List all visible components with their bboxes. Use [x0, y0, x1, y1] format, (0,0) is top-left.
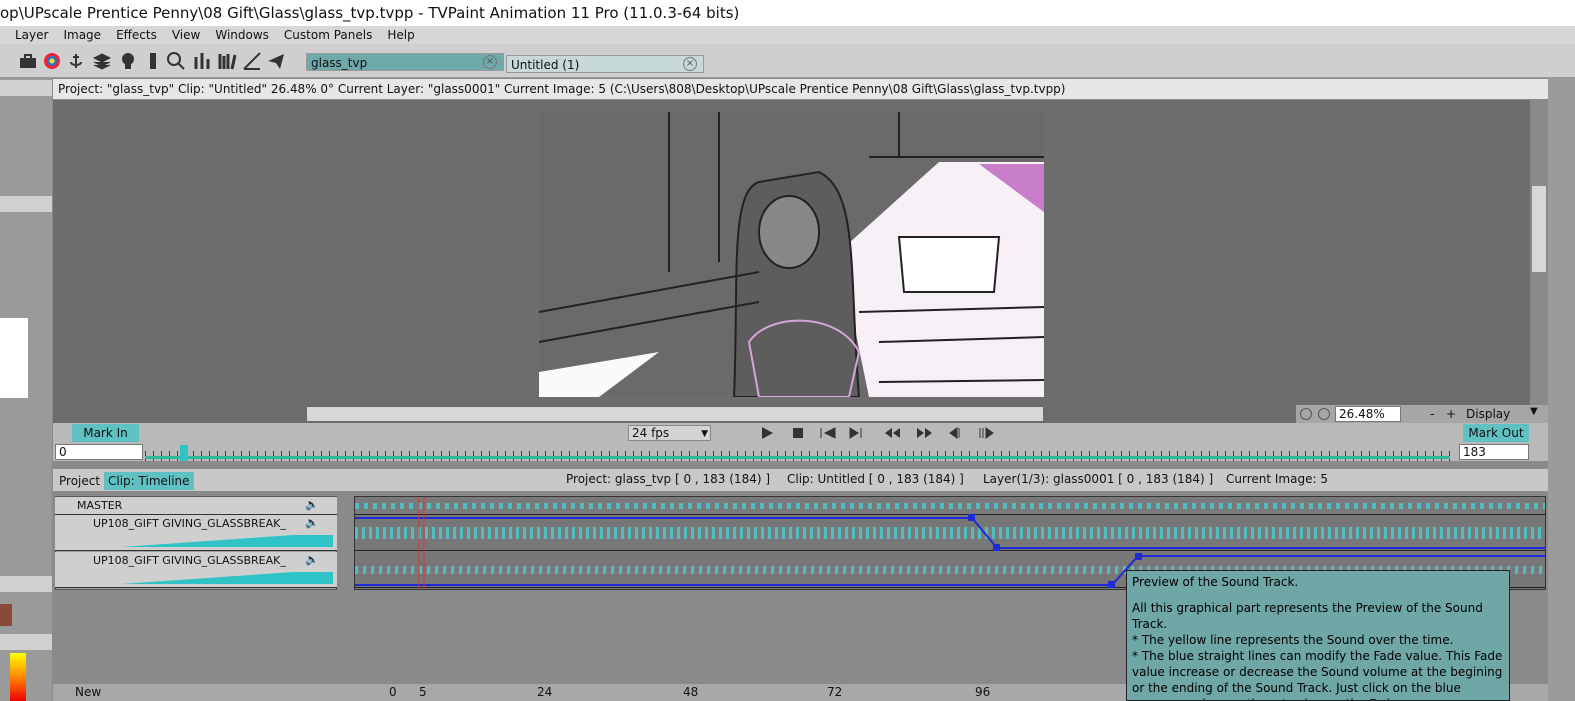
layer-range: Layer(1/3): glass0001 [ 0 , 183 (184) ] [983, 472, 1214, 486]
project-range: Project: glass_tvp [ 0 , 183 (184) ] [566, 472, 771, 486]
speaker-icon[interactable]: 🔈 [305, 497, 319, 513]
current-frame-marker[interactable] [180, 445, 188, 461]
ruler-label: 5 [419, 685, 427, 699]
close-icon[interactable]: × [683, 57, 697, 71]
mark-in-button[interactable]: Mark In [72, 424, 139, 442]
play-icon[interactable] [762, 427, 773, 439]
scrollbar-thumb[interactable] [1532, 186, 1546, 272]
menu-image[interactable]: Image [56, 26, 109, 44]
tab-untitled[interactable]: Untitled (1) × [506, 55, 704, 73]
chevron-down-icon: ▼ [701, 429, 708, 439]
forward-icon[interactable] [917, 428, 932, 438]
speaker-icon[interactable]: 🔈 [305, 515, 319, 531]
frame-ruler[interactable] [53, 443, 1548, 461]
menu-help[interactable]: Help [380, 26, 422, 44]
first-frame-icon[interactable] [820, 427, 836, 439]
library-icon[interactable] [217, 51, 237, 71]
track-master[interactable]: MASTER 🔈 [55, 497, 337, 515]
color-swatch[interactable] [0, 604, 12, 626]
panel-header [0, 80, 52, 96]
menu-custom-panels[interactable]: Custom Panels [277, 26, 380, 44]
panel-header [0, 576, 52, 592]
playback-bar [53, 423, 1548, 443]
tab-label: glass_tvp [311, 56, 368, 70]
tooltip-line: * The blue straight lines can modify the… [1132, 649, 1503, 700]
drawing-canvas[interactable] [539, 112, 1044, 397]
rewind-icon[interactable] [885, 428, 900, 438]
ruler-label: 96 [975, 685, 991, 699]
brushes-icon[interactable] [192, 51, 212, 71]
center-icon[interactable] [1318, 408, 1330, 420]
mark-prev-icon[interactable] [949, 427, 960, 439]
fade-bar[interactable] [73, 535, 333, 547]
left-tool-strip [0, 78, 52, 701]
track-name: UP108_GIFT GIVING_GLASSBREAK_ [93, 554, 286, 567]
fps-dropdown[interactable]: 24 fps ▼ [628, 425, 711, 441]
close-icon[interactable]: × [483, 55, 497, 69]
tooltip-line: * The yellow line represents the Sound o… [1132, 633, 1454, 647]
panel-header [0, 634, 52, 650]
current-image: Current Image: 5 [1226, 472, 1328, 486]
display-dropdown[interactable]: Display [1466, 405, 1510, 423]
menu-view[interactable]: View [165, 26, 208, 44]
toolbar: glass_tvp × Untitled (1) × [0, 44, 1575, 78]
zoom-minus-button[interactable]: - [1430, 405, 1434, 423]
menu-bar: Layer Image Effects View Windows Custom … [0, 26, 1575, 44]
menu-layer[interactable]: Layer [0, 26, 56, 44]
mark-out-button[interactable]: Mark Out [1463, 424, 1529, 442]
stop-icon[interactable] [793, 428, 803, 438]
ruler-icon[interactable] [242, 51, 262, 71]
scrollbar-thumb[interactable] [307, 407, 1043, 421]
track-name: UP108_GIFT GIVING_GLASSBREAK_ [93, 517, 286, 530]
panel-header [0, 196, 52, 212]
tab-project[interactable]: Project [55, 472, 104, 490]
next-frame-icon[interactable] [849, 427, 862, 439]
tab-glass-tvp[interactable]: glass_tvp × [306, 53, 504, 71]
anchor-icon[interactable] [66, 51, 86, 71]
tab-clip-timeline[interactable]: Clip: Timeline [104, 472, 194, 490]
ruler-label: 48 [683, 685, 699, 699]
ruler-label: 24 [537, 685, 553, 699]
fade-bar[interactable] [73, 572, 333, 584]
play-range [145, 456, 1450, 459]
end-frame-field[interactable]: 183 [1459, 444, 1529, 460]
track-sound-1[interactable]: UP108_GIFT GIVING_GLASSBREAK_ 🔈 [55, 515, 337, 551]
menu-windows[interactable]: Windows [208, 26, 277, 44]
ruler-label: 0 [389, 685, 397, 699]
layers-icon[interactable] [92, 51, 112, 71]
project-info-bar: Project: "glass_tvp" Clip: "Untitled" 26… [53, 79, 1550, 99]
right-strip [1548, 78, 1575, 701]
speaker-icon[interactable]: 🔈 [305, 552, 319, 568]
canvas-viewport[interactable] [53, 100, 1530, 405]
new-layer-button[interactable]: New [75, 684, 101, 700]
lightbulb-icon[interactable] [118, 51, 138, 71]
color-wheel-icon[interactable] [42, 51, 62, 71]
window-title: op\UPscale Prentice Penny\08 Gift\Glass\… [0, 0, 1575, 26]
zoom-field[interactable]: 26.48% [1335, 406, 1401, 422]
zoom-bar: - + Display ▼ [1296, 405, 1548, 423]
sound-track-tooltip: Preview of the Sound Track. All this gra… [1126, 570, 1510, 701]
tvpaint-window: op\UPscale Prentice Penny\08 Gift\Glass\… [0, 0, 1575, 701]
dropper-icon[interactable] [143, 51, 163, 71]
paper-plane-icon[interactable] [266, 51, 286, 71]
magnifier-icon[interactable] [166, 51, 186, 71]
ruler-label: 72 [827, 685, 843, 699]
tooltip-line: All this graphical part represents the P… [1132, 601, 1483, 631]
color-swatch[interactable] [0, 318, 28, 398]
zoom-plus-button[interactable]: + [1446, 405, 1456, 423]
menu-effects[interactable]: Effects [109, 26, 165, 44]
color-gradient[interactable] [10, 653, 26, 701]
toolbox-icon[interactable] [18, 51, 38, 71]
track-name: MASTER [77, 499, 123, 512]
chevron-down-icon[interactable]: ▼ [1530, 406, 1538, 417]
rotate-icon[interactable] [1300, 408, 1312, 420]
tab-label: Untitled (1) [511, 58, 580, 72]
track-sound-2[interactable]: UP108_GIFT GIVING_GLASSBREAK_ 🔈 [55, 552, 337, 588]
fps-value: 24 fps [632, 426, 670, 440]
clip-range: Clip: Untitled [ 0 , 183 (184) ] [787, 472, 964, 486]
mark-next-icon[interactable] [979, 427, 994, 439]
tooltip-title: Preview of the Sound Track. [1132, 575, 1299, 589]
start-frame-field[interactable]: 0 [55, 444, 143, 460]
